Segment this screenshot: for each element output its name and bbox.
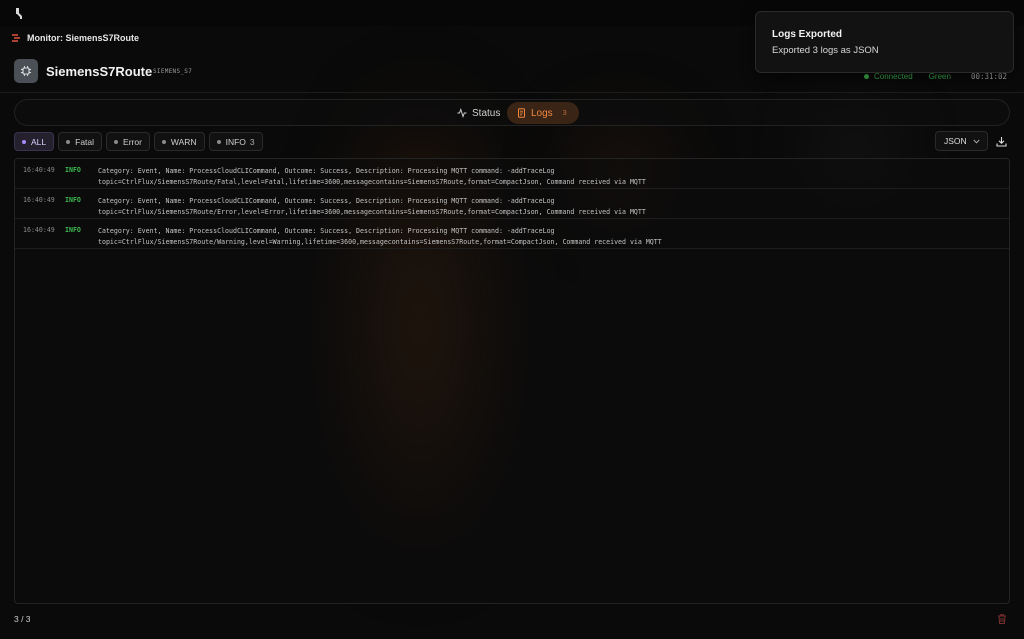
export-format-select[interactable]: JSON — [935, 131, 988, 151]
filter-info[interactable]: INFO 3 — [208, 132, 263, 151]
filter-dot — [22, 139, 26, 144]
log-level: INFO — [65, 196, 81, 204]
divider — [0, 92, 1024, 93]
log-message-line: topic=CtrlFlux/SiemensS7Route/Error,leve… — [98, 208, 646, 216]
connection-label: Connected — [874, 72, 913, 81]
log-timestamp: 16:40:49 — [23, 226, 55, 234]
log-timestamp: 16:40:49 — [23, 196, 55, 204]
device-name: SiemensS7Route — [46, 64, 153, 79]
toast-title: Logs Exported — [772, 29, 843, 40]
log-level: INFO — [65, 226, 81, 234]
log-level: INFO — [65, 166, 81, 174]
toast-notification[interactable]: Logs Exported Exported 3 logs as JSON — [755, 11, 1014, 73]
filter-error[interactable]: Error — [106, 132, 150, 151]
uptime-timer: 00:31:02 — [970, 72, 1008, 81]
filter-fatal[interactable]: Fatal — [58, 132, 103, 151]
log-entry[interactable]: 16:40:49 INFO Category: Event, Name: Proce… — [15, 219, 1009, 249]
log-message-line: topic=CtrlFlux/SiemensS7Route/Warning,le… — [98, 238, 662, 246]
log-message-line: topic=CtrlFlux/SiemensS7Route/Fatal,leve… — [98, 178, 646, 186]
tab-bar: Status Logs 3 — [14, 99, 1010, 126]
filter-label: Fatal — [75, 136, 95, 147]
health-label: Green — [928, 72, 951, 81]
tab-status[interactable]: Status — [447, 102, 510, 124]
log-message: Category: Event, Name: ProcessCloudCLICo… — [98, 196, 978, 218]
monitor-icon — [12, 34, 20, 42]
trash-icon[interactable] — [996, 613, 1008, 625]
log-list[interactable]: 16:40:49 INFO Category: Event, Name: Proce… — [14, 158, 1010, 604]
tab-logs-label: Logs — [531, 107, 553, 119]
log-message: Category: Event, Name: ProcessCloudCLICo… — [98, 166, 978, 188]
filter-label: INFO — [225, 136, 246, 147]
log-timestamp: 16:40:49 — [23, 166, 55, 174]
filter-warn[interactable]: WARN — [153, 132, 205, 151]
tab-status-label: Status — [472, 107, 501, 119]
filter-dot — [216, 139, 221, 144]
filter-label: Error — [123, 136, 142, 147]
toast-message: Exported 3 logs as JSON — [772, 45, 879, 56]
tab-logs[interactable]: Logs 3 — [507, 102, 579, 124]
filter-dot — [66, 139, 71, 144]
connection-status: Connected Green 00:31:02 — [864, 72, 1007, 81]
log-message-line: Category: Event, Name: ProcessCloudCLICo… — [98, 227, 555, 235]
filter-all[interactable]: ALL — [14, 132, 55, 151]
filter-label: WARN — [170, 136, 197, 147]
device-type-tag: SIEMENS_S7 — [153, 68, 193, 75]
log-count: 3 / 3 — [14, 614, 31, 624]
app-logo-icon — [16, 8, 22, 19]
log-message-line: Category: Event, Name: ProcessCloudCLICo… — [98, 167, 555, 175]
log-entry[interactable]: 16:40:49 INFO Category: Event, Name: Proce… — [15, 159, 1009, 189]
activity-icon — [457, 108, 467, 118]
download-icon — [995, 136, 1007, 147]
filter-label: ALL — [31, 136, 47, 147]
filter-dot — [114, 139, 119, 144]
chip-icon — [14, 59, 38, 83]
download-button[interactable] — [994, 134, 1008, 148]
log-message-line: Category: Event, Name: ProcessCloudCLICo… — [98, 197, 555, 205]
export-format-value: JSON — [944, 136, 967, 146]
filter-dot — [161, 139, 166, 144]
logs-count-badge: 3 — [562, 109, 567, 117]
log-entry[interactable]: 16:40:49 INFO Category: Event, Name: Proce… — [15, 189, 1009, 219]
monitor-title: Monitor: SiemensS7Route — [27, 33, 140, 43]
log-level-filters: ALL Fatal Error WARN INFO 3 — [14, 132, 267, 151]
status-dot — [864, 74, 869, 79]
filter-count: 3 — [249, 136, 255, 147]
chevron-down-icon — [973, 139, 980, 144]
scroll-icon — [518, 108, 525, 118]
log-message: Category: Event, Name: ProcessCloudCLICo… — [98, 226, 978, 248]
